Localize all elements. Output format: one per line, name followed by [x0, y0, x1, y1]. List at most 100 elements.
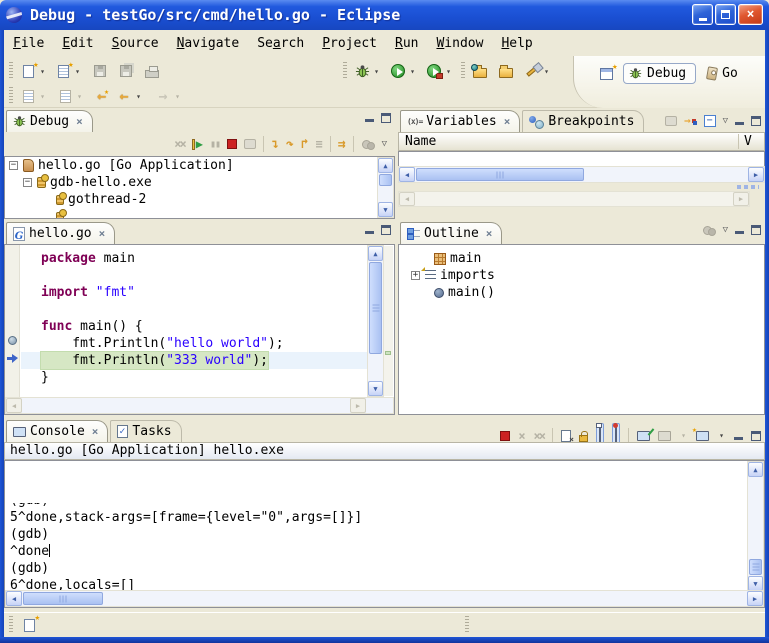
- scroll-down-button[interactable]: ▼: [748, 576, 763, 591]
- outline-item-main[interactable]: main: [399, 250, 764, 267]
- maximize-view-button[interactable]: [751, 431, 761, 441]
- minimize-view-button[interactable]: [734, 437, 743, 440]
- menu-edit[interactable]: Edit: [53, 33, 102, 54]
- perspective-go-button[interactable]: Go: [703, 63, 742, 84]
- previous-annotation-dropdown[interactable]: ▾: [75, 92, 84, 101]
- search-button[interactable]: [522, 60, 542, 82]
- menu-search[interactable]: Search: [248, 33, 313, 54]
- menu-help[interactable]: Help: [492, 33, 541, 54]
- tab-breakpoints[interactable]: Breakpoints: [522, 110, 644, 132]
- resume-button[interactable]: ▶: [192, 138, 203, 150]
- debug-view-settings-icon[interactable]: [361, 139, 375, 149]
- new-wizard-button[interactable]: ★: [18, 60, 38, 82]
- minimize-button[interactable]: [692, 4, 713, 25]
- code-area[interactable]: package main import "fmt" func main() { …: [21, 245, 367, 396]
- remove-launch-button[interactable]: ×: [518, 429, 525, 443]
- last-edit-location-button[interactable]: ←★: [94, 85, 114, 107]
- column-name[interactable]: Name: [399, 134, 738, 149]
- overview-ruler[interactable]: [384, 246, 393, 396]
- tab-close-icon[interactable]: ×: [76, 115, 83, 128]
- open-console-dropdown[interactable]: ▾: [717, 431, 726, 440]
- variables-horizontal-scrollbar[interactable]: ◀ ▶: [398, 166, 765, 183]
- tree-row-thread[interactable]: gothread-2: [5, 191, 394, 208]
- remove-all-terminated-button[interactable]: ××: [174, 137, 184, 151]
- previous-annotation-button[interactable]: [55, 85, 75, 107]
- menu-window[interactable]: Window: [427, 33, 492, 54]
- display-console-button[interactable]: [658, 431, 671, 441]
- menu-project[interactable]: Project: [313, 33, 386, 54]
- show-type-names-button[interactable]: [665, 116, 677, 126]
- coolbar-grip[interactable]: [9, 62, 13, 80]
- pin-console-button[interactable]: [637, 431, 650, 441]
- new-menu-button[interactable]: ★: [53, 60, 73, 82]
- new-menu-dropdown[interactable]: ▾: [73, 67, 82, 76]
- run-button[interactable]: [388, 60, 408, 82]
- maximize-view-button[interactable]: [751, 225, 761, 235]
- collapse-expander[interactable]: −: [9, 161, 18, 170]
- collapse-all-button[interactable]: −: [704, 115, 716, 127]
- tab-close-icon[interactable]: ×: [486, 227, 493, 240]
- step-return-button[interactable]: ↱: [301, 137, 309, 152]
- open-perspective-button[interactable]: ★: [596, 63, 616, 85]
- tab-outline[interactable]: Outline ×: [400, 222, 502, 244]
- close-button[interactable]: ×: [738, 4, 763, 25]
- terminate-button[interactable]: [227, 139, 237, 149]
- print-button[interactable]: [142, 60, 162, 82]
- clear-console-button[interactable]: ×: [561, 430, 571, 442]
- menu-source[interactable]: Source: [103, 33, 168, 54]
- outline-item-imports[interactable]: + imports: [399, 267, 764, 284]
- detail-horizontal-scrollbar[interactable]: ◀ ▶: [398, 191, 750, 207]
- external-tools-dropdown[interactable]: ▾: [444, 67, 453, 76]
- editor-gutter[interactable]: [5, 245, 20, 414]
- next-annotation-dropdown[interactable]: ▾: [38, 92, 47, 101]
- open-resource-button[interactable]: [496, 60, 516, 82]
- scroll-left-button[interactable]: ◀: [6, 398, 22, 413]
- outline-item-main-func[interactable]: main(): [399, 284, 764, 301]
- save-all-button[interactable]: [116, 60, 136, 82]
- external-tools-button[interactable]: [424, 60, 444, 82]
- open-element-button[interactable]: [470, 60, 490, 82]
- scroll-down-button[interactable]: ▼: [368, 381, 383, 396]
- debug-vertical-scrollbar[interactable]: ▲ ▼: [377, 157, 394, 218]
- show-logical-structure-button[interactable]: →: [684, 114, 697, 127]
- step-into-button[interactable]: ↴: [271, 137, 279, 152]
- tab-close-icon[interactable]: ×: [92, 425, 99, 438]
- editor-vertical-scrollbar[interactable]: ▲ ▼: [367, 245, 384, 397]
- minimize-view-button[interactable]: [735, 231, 744, 234]
- maximize-view-button[interactable]: [381, 225, 391, 235]
- expand-expander[interactable]: +: [411, 271, 420, 280]
- scroll-right-button[interactable]: ▶: [747, 591, 763, 606]
- scrollbar-thumb[interactable]: [23, 592, 103, 605]
- breakpoint-icon[interactable]: [8, 336, 17, 345]
- tab-tasks[interactable]: ✓ Tasks: [110, 420, 181, 442]
- minimize-view-button[interactable]: [365, 119, 374, 122]
- eclipse-logo-icon[interactable]: [6, 7, 22, 23]
- remove-all-terminated-button[interactable]: ××: [534, 429, 544, 443]
- coolbar-grip[interactable]: [9, 87, 13, 105]
- maximize-button[interactable]: [715, 4, 736, 25]
- back-dropdown[interactable]: ▾: [134, 92, 143, 101]
- tab-close-icon[interactable]: ×: [504, 115, 511, 128]
- scroll-left-button[interactable]: ◀: [6, 591, 22, 606]
- suspend-button[interactable]: ▮▮: [210, 139, 220, 150]
- debug-button[interactable]: [352, 60, 372, 82]
- debug-dropdown[interactable]: ▾: [372, 67, 381, 76]
- scroll-right-button[interactable]: ▶: [350, 398, 366, 413]
- maximize-view-button[interactable]: [381, 113, 391, 123]
- variables-detail-sash[interactable]: [737, 185, 759, 189]
- new-wizard-dropdown[interactable]: ▾: [38, 67, 47, 76]
- console-vertical-scrollbar[interactable]: ▲ ▼: [747, 461, 764, 592]
- scrollbar-thumb[interactable]: [379, 174, 392, 186]
- fast-view-button[interactable]: ★: [24, 619, 35, 632]
- minimize-view-button[interactable]: [365, 231, 374, 234]
- scroll-up-button[interactable]: ▲: [748, 462, 763, 477]
- scrollbar-thumb[interactable]: [369, 262, 382, 354]
- menu-navigate[interactable]: Navigate: [168, 33, 249, 54]
- minimize-view-button[interactable]: [735, 122, 744, 125]
- scroll-up-button[interactable]: ▲: [378, 158, 393, 173]
- forward-dropdown[interactable]: ▾: [173, 92, 182, 101]
- tab-hello-go[interactable]: G hello.go ×: [6, 222, 115, 244]
- display-console-dropdown[interactable]: ▾: [679, 431, 688, 440]
- drop-to-frame-button[interactable]: ≡: [316, 137, 323, 151]
- save-button[interactable]: [90, 60, 110, 82]
